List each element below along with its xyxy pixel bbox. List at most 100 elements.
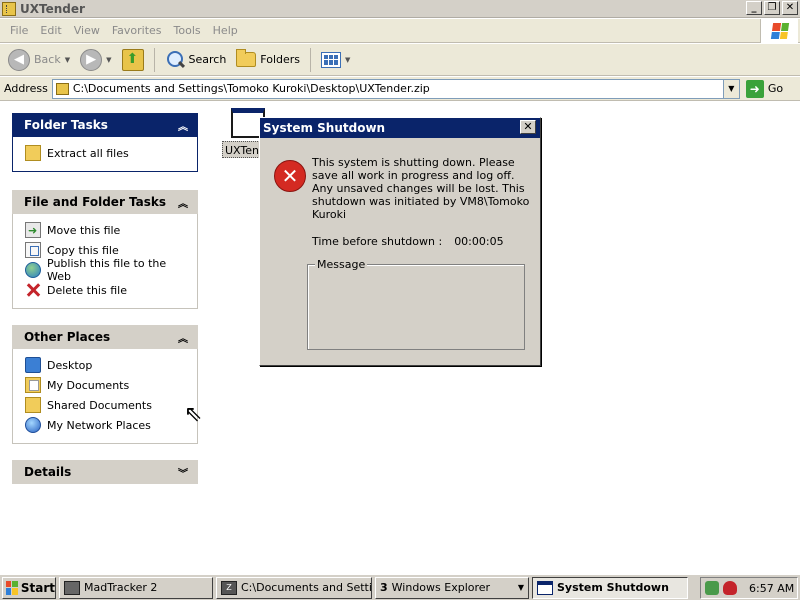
place-label: Desktop xyxy=(47,358,93,372)
back-label: Back xyxy=(34,53,61,66)
file-folder-tasks-body: Move this file Copy this file Publish th… xyxy=(12,214,198,309)
taskbar-button-label: C:\Documents and Setti... xyxy=(241,581,372,594)
chevron-down-icon: ▼ xyxy=(64,55,71,64)
forward-arrow-icon: ▶ xyxy=(80,48,103,71)
shutdown-timer: Time before shutdown : 00:00:05 xyxy=(312,235,504,248)
task-label: Move this file xyxy=(47,223,121,237)
menu-edit[interactable]: Edit xyxy=(34,24,67,37)
other-places-header[interactable]: Other Places ︽ xyxy=(12,325,198,349)
menu-file[interactable]: File xyxy=(4,24,34,37)
chevron-down-icon: ▼ xyxy=(106,55,112,64)
back-arrow-icon: ◀ xyxy=(8,48,30,71)
taskbar-button-madtracker[interactable]: MadTracker 2 xyxy=(59,576,213,599)
close-button[interactable]: ✕ xyxy=(782,1,798,15)
search-label: Search xyxy=(188,53,227,66)
dialog-close-button[interactable]: ✕ xyxy=(520,120,536,134)
toolbar-separator xyxy=(153,47,155,72)
place-desktop[interactable]: Desktop xyxy=(25,355,187,375)
search-button[interactable]: Search xyxy=(161,46,231,74)
task-extract-all[interactable]: Extract all files xyxy=(25,143,187,163)
views-button[interactable]: ▼ xyxy=(317,46,354,74)
go-label: Go xyxy=(767,82,784,95)
task-move-file[interactable]: Move this file xyxy=(25,220,187,240)
dialog-title: System Shutdown xyxy=(263,121,386,135)
collapse-chevron-icon[interactable]: ︽ xyxy=(178,330,188,345)
system-tray: 6:57 AM xyxy=(700,577,798,599)
start-button[interactable]: Start xyxy=(2,576,56,599)
expand-chevron-icon[interactable]: ︾ xyxy=(178,465,188,480)
window-title-bar[interactable]: UXTender _ ❐ ✕ xyxy=(0,0,800,18)
taskbar-button-label: MadTracker 2 xyxy=(84,581,158,594)
menu-help[interactable]: Help xyxy=(207,24,244,37)
dialog-message: This system is shutting down. Please sav… xyxy=(312,156,530,221)
place-network[interactable]: My Network Places xyxy=(25,415,187,435)
zip-folder-icon: Z xyxy=(221,580,237,595)
details-header[interactable]: Details ︾ xyxy=(12,460,198,484)
system-shutdown-dialog: System Shutdown ✕ ✕ This system is shutt… xyxy=(259,117,541,366)
my-documents-icon xyxy=(25,377,41,393)
madtracker-icon xyxy=(64,580,80,595)
copy-file-icon xyxy=(25,242,41,258)
start-label: Start xyxy=(20,580,55,595)
back-button[interactable]: ◀ Back ▼ xyxy=(4,46,74,74)
dialog-title-bar[interactable]: System Shutdown xyxy=(260,118,540,138)
maximize-button[interactable]: ❐ xyxy=(764,1,780,15)
address-label: Address xyxy=(4,82,48,95)
address-value: C:\Documents and Settings\Tomoko Kuroki\… xyxy=(72,82,430,95)
menu-view[interactable]: View xyxy=(68,24,106,37)
collapse-chevron-icon[interactable]: ︽ xyxy=(178,195,188,210)
place-my-documents[interactable]: My Documents xyxy=(25,375,187,395)
place-label: Shared Documents xyxy=(47,398,152,412)
menu-favorites[interactable]: Favorites xyxy=(106,24,168,37)
folder-tasks-panel: Folder Tasks ︽ Extract all files xyxy=(12,113,198,172)
group-count: 3 xyxy=(380,581,388,594)
security-shield-icon[interactable] xyxy=(723,581,737,595)
file-folder-tasks-panel: File and Folder Tasks ︽ Move this file C… xyxy=(12,190,198,309)
task-pane: Folder Tasks ︽ Extract all files File an… xyxy=(0,102,210,572)
folders-button[interactable]: Folders xyxy=(232,46,304,74)
task-label: Publish this file to the Web xyxy=(47,257,167,283)
up-folder-button[interactable] xyxy=(118,46,148,74)
menu-tools[interactable]: Tools xyxy=(168,24,207,37)
move-file-icon xyxy=(25,222,41,238)
place-label: My Documents xyxy=(47,378,130,392)
delete-icon xyxy=(25,282,41,298)
timer-value: 00:00:05 xyxy=(454,235,504,248)
file-item-label[interactable]: UXTender xyxy=(222,141,264,158)
taskbar-button-explorer-path[interactable]: Z C:\Documents and Setti... xyxy=(216,576,372,599)
timer-label: Time before shutdown : xyxy=(312,235,443,248)
taskbar-button-system-shutdown[interactable]: System Shutdown xyxy=(532,576,688,599)
chevron-down-icon: ▼ xyxy=(517,583,524,592)
address-dropdown-button[interactable]: ▼ xyxy=(722,79,739,98)
task-publish-web[interactable]: Publish this file to the Web xyxy=(25,257,187,283)
toolbar-separator xyxy=(310,47,312,72)
network-places-icon xyxy=(25,417,41,433)
place-shared-documents[interactable]: Shared Documents xyxy=(25,395,187,415)
other-places-body: Desktop My Documents Shared Documents My… xyxy=(12,349,198,444)
details-panel: Details ︾ xyxy=(12,460,198,484)
address-input[interactable]: C:\Documents and Settings\Tomoko Kuroki\… xyxy=(51,78,740,99)
taskbar-button-label: Windows Explorer xyxy=(391,581,491,594)
taskbar-button-explorer-group[interactable]: 3 Windows Explorer ▼ xyxy=(375,576,529,599)
error-icon: ✕ xyxy=(274,160,306,192)
place-label: My Network Places xyxy=(47,418,151,432)
folder-tasks-title: Folder Tasks xyxy=(24,118,108,132)
extract-icon xyxy=(25,145,41,161)
forward-button[interactable]: ▶ ▼ xyxy=(76,46,115,74)
minimize-button[interactable]: _ xyxy=(746,1,762,15)
publish-web-icon xyxy=(25,262,41,278)
search-icon xyxy=(165,50,185,70)
window-icon xyxy=(537,580,553,595)
menu-bar: File Edit View Favorites Tools Help xyxy=(0,19,800,43)
folders-label: Folders xyxy=(260,53,301,66)
task-delete-file[interactable]: Delete this file xyxy=(25,280,187,300)
network-tray-icon[interactable] xyxy=(705,581,719,595)
go-button[interactable]: ➜ Go xyxy=(745,79,784,98)
collapse-chevron-icon[interactable]: ︽ xyxy=(178,118,188,133)
folder-tasks-header[interactable]: Folder Tasks ︽ xyxy=(12,113,198,137)
clock[interactable]: 6:57 AM xyxy=(749,582,794,595)
desktop-icon xyxy=(25,357,41,373)
views-icon xyxy=(321,51,342,68)
file-folder-tasks-title: File and Folder Tasks xyxy=(24,195,167,209)
file-folder-tasks-header[interactable]: File and Folder Tasks ︽ xyxy=(12,190,198,214)
